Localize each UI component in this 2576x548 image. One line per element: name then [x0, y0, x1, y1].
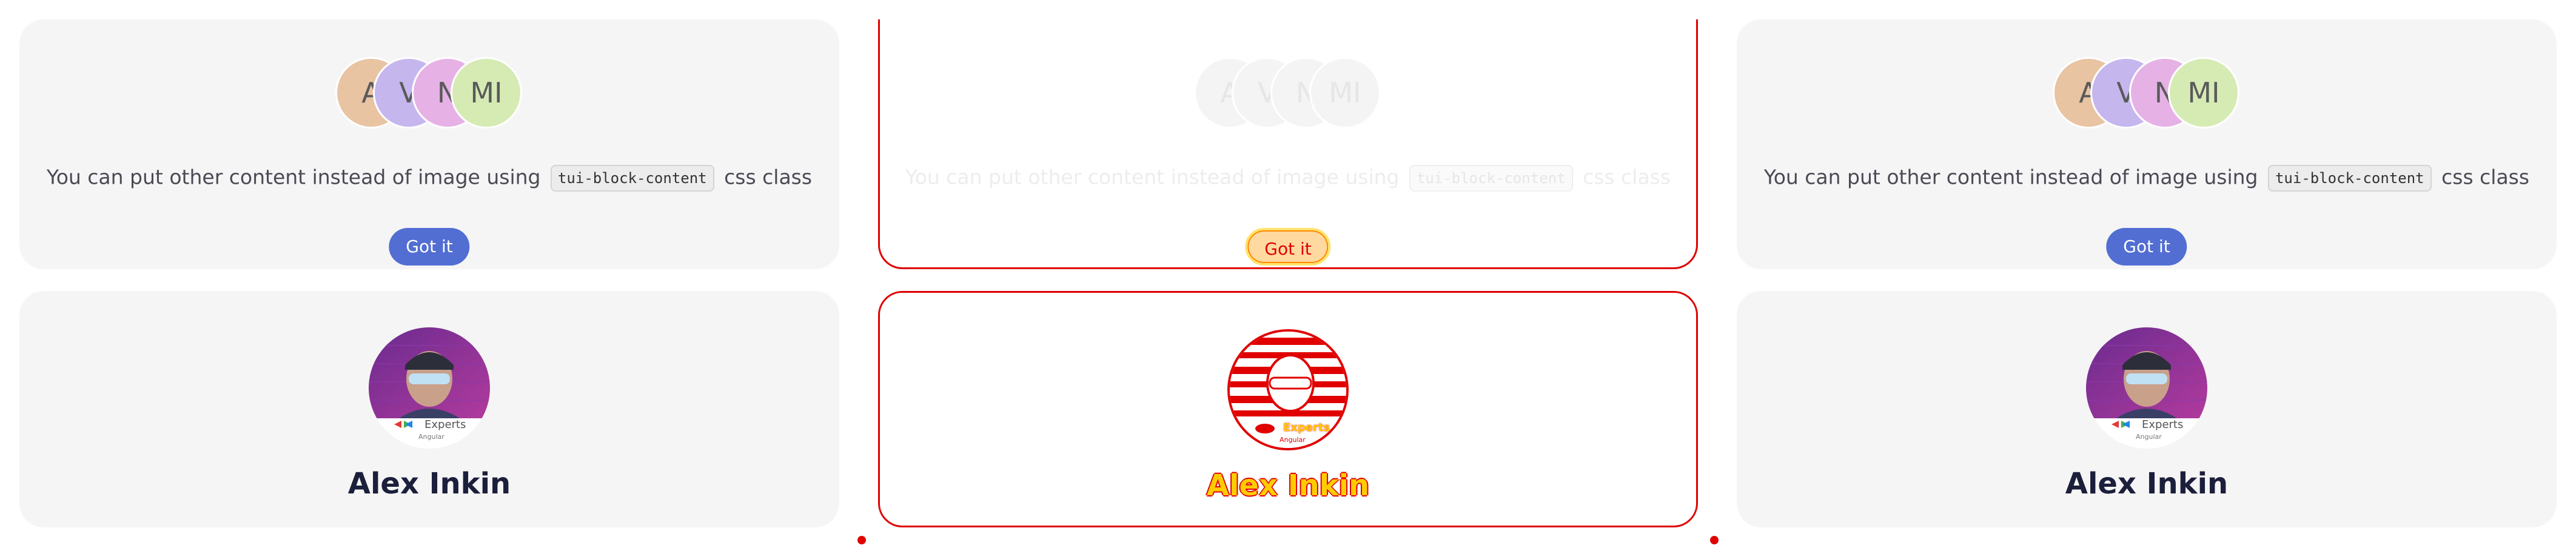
- card-description: You can put other content instead of ima…: [1737, 165, 2557, 192]
- block-content-card: A V N MI You can put other content inste…: [878, 19, 1698, 269]
- block-content-card: A V N MI You can put other content inste…: [1737, 19, 2557, 269]
- card-description: You can put other content instead of ima…: [880, 165, 1696, 192]
- description-text-end: css class: [1583, 165, 1671, 189]
- badge-sub: Angular: [2136, 433, 2162, 441]
- profile-name: Alex Inkin: [347, 467, 511, 501]
- avatar: MI: [451, 57, 522, 129]
- avatar: MI: [1309, 57, 1381, 129]
- avatar: MI: [2168, 57, 2239, 129]
- profile-card: Experts Angular Alex Inkin: [878, 291, 1698, 527]
- demo-column-original: A V N MI You can put other content inste…: [19, 0, 839, 548]
- badge-text: Experts: [2142, 418, 2184, 431]
- badge-text: Experts: [424, 418, 466, 431]
- badge-text: Experts: [1283, 421, 1330, 434]
- code-snippet: tui-block-content: [550, 165, 714, 192]
- profile-photo: Experts Angular: [2086, 327, 2207, 449]
- profile-photo: Experts Angular: [369, 327, 490, 449]
- got-it-button[interactable]: Got it: [2106, 228, 2187, 266]
- description-text: You can put other content instead of ima…: [1763, 165, 2258, 189]
- description-text: You can put other content instead of ima…: [905, 165, 1400, 189]
- got-it-button[interactable]: Got it: [389, 228, 470, 266]
- profile-photo: Experts Angular: [1227, 329, 1349, 450]
- profile-card: Experts Angular Alex Inkin: [19, 291, 839, 527]
- demo-column-highlighted: A V N MI You can put other content inste…: [857, 0, 1719, 548]
- code-snippet: tui-block-content: [1409, 165, 1573, 192]
- avatar-stack: A V N MI: [335, 57, 523, 129]
- description-text-end: css class: [724, 165, 813, 189]
- corner-marker: [1710, 536, 1719, 544]
- profile-card: Experts Angular Alex Inkin: [1737, 291, 2557, 527]
- got-it-button[interactable]: Got it: [1245, 228, 1331, 266]
- demo-column-copy: A V N MI You can put other content inste…: [1737, 0, 2557, 548]
- avatar-stack: A V N MI: [1194, 57, 1382, 129]
- badge-sub: Angular: [418, 433, 444, 441]
- profile-name: Alex Inkin: [2065, 467, 2229, 501]
- badge-sub: Angular: [1280, 436, 1306, 444]
- block-content-card: A V N MI You can put other content inste…: [19, 19, 839, 269]
- card-description: You can put other content instead of ima…: [19, 165, 839, 192]
- description-text-end: css class: [2441, 165, 2530, 189]
- corner-marker: [857, 536, 866, 544]
- avatar-stack: A V N MI: [2053, 57, 2241, 129]
- code-snippet: tui-block-content: [2267, 165, 2432, 192]
- description-text: You can put other content instead of ima…: [46, 165, 541, 189]
- profile-name: Alex Inkin: [1206, 469, 1370, 503]
